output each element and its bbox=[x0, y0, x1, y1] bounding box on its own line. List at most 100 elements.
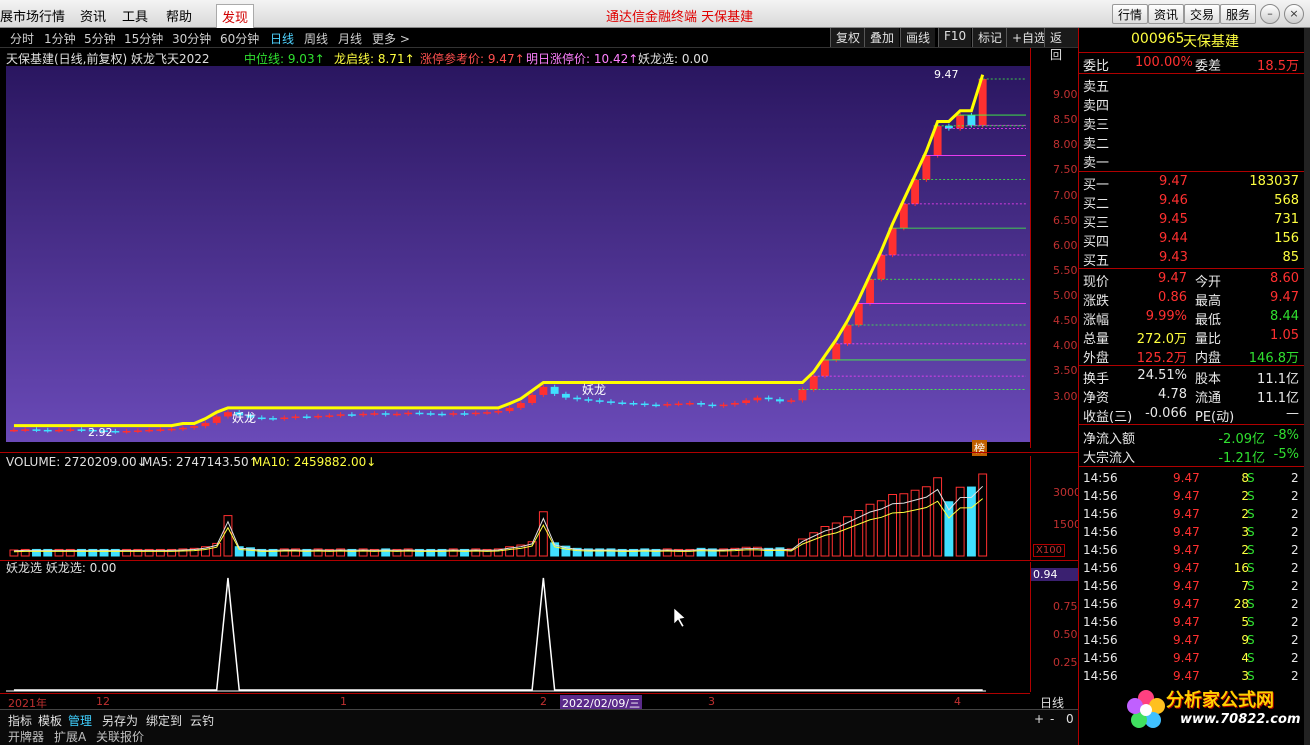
quote-panel: 000965 天保基建 委比 100.00% 委差 18.5万 卖五 卖四 卖三… bbox=[1078, 28, 1305, 745]
menu-discover[interactable]: 发现 bbox=[216, 4, 255, 29]
scrollbar[interactable] bbox=[1304, 28, 1310, 745]
tick-price: 9.47 bbox=[1173, 561, 1200, 575]
candle bbox=[201, 422, 210, 427]
price-tick: 7.00 bbox=[1053, 189, 1078, 202]
tick-row: 14:56 9.47 9 S 2 bbox=[1079, 632, 1305, 650]
sell4-label: 卖四 bbox=[1083, 99, 1110, 114]
tick-count: 2 bbox=[1291, 597, 1299, 611]
candle bbox=[967, 115, 976, 126]
menu-tools[interactable]: 工具 bbox=[122, 6, 148, 25]
top-btn-news[interactable]: 资讯 bbox=[1148, 4, 1185, 24]
bottom-tab-ext[interactable]: 扩展A bbox=[54, 728, 86, 745]
tool-f10[interactable]: F10 bbox=[938, 28, 972, 47]
tool-mark[interactable]: 标记 bbox=[972, 28, 1008, 47]
divider bbox=[1079, 52, 1305, 53]
candle bbox=[685, 403, 694, 405]
weicha-label: 委差 bbox=[1195, 59, 1222, 74]
candle bbox=[697, 403, 706, 405]
tick-side: S bbox=[1247, 489, 1255, 503]
close-icon[interactable]: × bbox=[1284, 4, 1304, 24]
tool-adjust[interactable]: 复权 bbox=[830, 28, 866, 47]
flow-label: 净流入额 bbox=[1083, 432, 1136, 447]
period-daily[interactable]: 日线 bbox=[270, 30, 294, 47]
tick-count: 2 bbox=[1291, 579, 1299, 593]
candle bbox=[156, 429, 165, 431]
zoom-out-icon[interactable]: - bbox=[1050, 712, 1054, 726]
tick-price: 9.47 bbox=[1173, 489, 1200, 503]
tick-time: 14:56 bbox=[1083, 669, 1118, 683]
candle bbox=[66, 429, 75, 431]
bottom-tab-opener[interactable]: 开牌器 bbox=[8, 728, 44, 745]
minimize-icon[interactable]: – bbox=[1260, 4, 1280, 24]
candle bbox=[471, 412, 480, 415]
tick-row: 14:56 9.47 2 S 2 bbox=[1079, 488, 1305, 506]
stat2-label: 净资 bbox=[1083, 391, 1110, 406]
candle bbox=[178, 427, 187, 430]
tick-price: 9.47 bbox=[1173, 507, 1200, 521]
period-1min[interactable]: 1分钟 bbox=[44, 30, 76, 47]
top-btn-service[interactable]: 服务 bbox=[1220, 4, 1257, 24]
flow-label: 大宗流入 bbox=[1083, 451, 1136, 466]
stat-label: 量比 bbox=[1195, 332, 1222, 347]
tool-draw[interactable]: 画线 bbox=[900, 28, 936, 47]
period-more[interactable]: 更多 > bbox=[372, 30, 410, 47]
price-tick: 8.00 bbox=[1053, 138, 1078, 151]
candle bbox=[392, 413, 401, 416]
price-tick: 4.50 bbox=[1053, 314, 1078, 327]
candle bbox=[753, 397, 762, 401]
indicator-info-line: 天保基建(日线,前复权) 妖龙飞天2022 中位线: 9.03↑ 龙启线: 8.… bbox=[0, 48, 1030, 66]
period-weekly[interactable]: 周线 bbox=[304, 30, 328, 47]
period-15min[interactable]: 15分钟 bbox=[124, 30, 163, 47]
reset-icon[interactable]: 0 bbox=[1066, 712, 1074, 726]
tool-back[interactable]: 返回 bbox=[1044, 28, 1078, 62]
divider bbox=[1079, 73, 1305, 74]
period-timeshare[interactable]: 分时 bbox=[10, 30, 34, 47]
buy-row: 买五 9.43 85 bbox=[1079, 249, 1305, 269]
period-60min[interactable]: 60分钟 bbox=[220, 30, 259, 47]
candle bbox=[674, 403, 683, 406]
zoom-in-icon[interactable]: + bbox=[1034, 712, 1044, 726]
candle bbox=[483, 412, 491, 414]
tick-row: 14:56 9.47 3 S 2 bbox=[1079, 524, 1305, 542]
candle bbox=[325, 415, 334, 417]
time-month-3: 3 bbox=[708, 695, 715, 708]
period-30min[interactable]: 30分钟 bbox=[172, 30, 211, 47]
top-btn-market[interactable]: 行情 bbox=[1112, 4, 1149, 24]
logo-url: www.70822.com bbox=[1180, 712, 1301, 727]
buy-label: 买四 bbox=[1083, 235, 1110, 250]
stat-label: 外盘 bbox=[1083, 351, 1110, 366]
buy-price: 9.45 bbox=[1159, 212, 1188, 227]
stat-row: 现价 9.47 今开 8.60 bbox=[1079, 270, 1305, 290]
window-title: 通达信金融终端 天保基建 bbox=[606, 10, 754, 25]
indicator-chart[interactable] bbox=[6, 572, 1030, 692]
logo-title: 分析家公式网 bbox=[1166, 690, 1274, 711]
candle bbox=[944, 125, 953, 129]
volume-chart[interactable] bbox=[6, 470, 1030, 560]
bottom-tab-quote[interactable]: 关联报价 bbox=[96, 728, 144, 745]
menu-help[interactable]: 帮助 bbox=[166, 6, 192, 25]
site-logo: 分析家公式网 www.70822.com bbox=[1120, 680, 1306, 738]
tick-time: 14:56 bbox=[1083, 525, 1118, 539]
time-month-1: 1 bbox=[340, 695, 347, 708]
candle bbox=[32, 429, 41, 431]
menu-market[interactable]: 展市场行情 bbox=[0, 6, 65, 25]
top-btn-trade[interactable]: 交易 bbox=[1184, 4, 1221, 24]
tick-count: 2 bbox=[1291, 489, 1299, 503]
price-axis: 9.00 8.50 8.00 7.50 7.00 6.50 6.00 5.50 … bbox=[1030, 48, 1078, 448]
menu-news[interactable]: 资讯 bbox=[80, 6, 106, 25]
buy-price: 9.43 bbox=[1159, 250, 1188, 265]
tool-overlay[interactable]: 叠加 bbox=[864, 28, 900, 47]
candle bbox=[787, 400, 796, 402]
mid-line-value: 中位线: 9.03↑ bbox=[244, 52, 325, 66]
candle bbox=[122, 431, 131, 433]
tick-side: S bbox=[1247, 597, 1255, 611]
price-chart[interactable]: 9.47 2.92 妖龙 妖龙 bbox=[6, 66, 1030, 442]
tick-side: S bbox=[1247, 633, 1255, 647]
period-monthly[interactable]: 月线 bbox=[338, 30, 362, 47]
period-5min[interactable]: 5分钟 bbox=[84, 30, 116, 47]
stat2-value: — bbox=[1286, 406, 1299, 421]
buy-row: 买四 9.44 156 bbox=[1079, 230, 1305, 250]
tick-side: S bbox=[1247, 615, 1255, 629]
stat2-row: 换手 24.51% 股本 11.1亿 bbox=[1079, 367, 1305, 387]
weicha-value: 18.5万 bbox=[1257, 59, 1299, 74]
